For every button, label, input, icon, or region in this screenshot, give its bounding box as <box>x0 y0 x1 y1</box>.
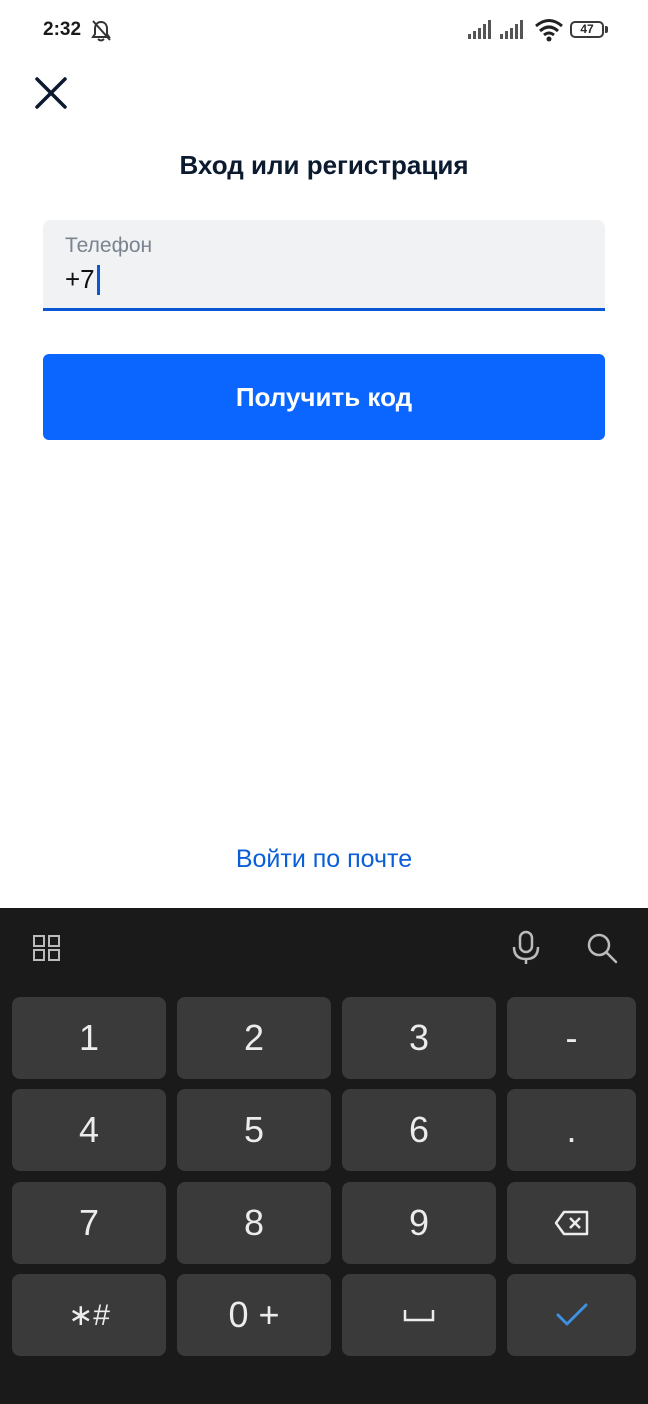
key-9[interactable]: 9 <box>342 1182 496 1264</box>
key-dot[interactable]: . <box>507 1089 636 1171</box>
status-time: 2:32 <box>43 19 82 40</box>
phone-value-text: +7 <box>65 264 95 294</box>
key-zero-plus[interactable]: 0 + <box>177 1274 331 1356</box>
signal-icon-2 <box>500 20 523 39</box>
phone-field[interactable]: Телефон +7 <box>43 220 605 311</box>
key-3[interactable]: 3 <box>342 997 496 1079</box>
login-by-email-link[interactable]: Войти по почте <box>0 845 648 874</box>
phone-field-value[interactable]: +7 <box>65 264 100 295</box>
check-icon <box>556 1303 587 1326</box>
key-4[interactable]: 4 <box>12 1089 166 1171</box>
search-icon[interactable] <box>585 931 619 965</box>
battery-icon: 47 <box>570 21 604 38</box>
key-backspace[interactable] <box>507 1182 636 1264</box>
key-done[interactable] <box>507 1274 636 1356</box>
key-space[interactable] <box>342 1274 496 1356</box>
wifi-icon <box>535 19 563 42</box>
backspace-icon <box>554 1210 588 1236</box>
key-7[interactable]: 7 <box>12 1182 166 1264</box>
key-dash[interactable]: - <box>507 997 636 1079</box>
bell-muted-icon <box>91 20 111 42</box>
key-6[interactable]: 6 <box>342 1089 496 1171</box>
page-title: Вход или регистрация <box>179 150 469 180</box>
phone-field-label: Телефон <box>65 234 153 257</box>
get-code-button[interactable]: Получить код <box>43 354 605 440</box>
text-caret <box>96 264 100 295</box>
close-icon[interactable] <box>30 72 72 114</box>
key-1[interactable]: 1 <box>12 997 166 1079</box>
space-icon <box>403 1310 435 1322</box>
grid-icon[interactable] <box>32 934 62 962</box>
battery-tip <box>605 26 608 33</box>
mic-icon[interactable] <box>510 930 542 966</box>
keyboard-toolbar <box>0 908 648 988</box>
status-bar: 2:32 47 <box>0 0 648 62</box>
numeric-keyboard: 1 2 3 - 4 5 6 . 7 8 9 ∗# 0 + <box>0 908 648 1404</box>
key-8[interactable]: 8 <box>177 1182 331 1264</box>
signal-icon <box>468 20 491 39</box>
key-star-hash[interactable]: ∗# <box>12 1274 166 1356</box>
key-5[interactable]: 5 <box>177 1089 331 1171</box>
key-2[interactable]: 2 <box>177 997 331 1079</box>
